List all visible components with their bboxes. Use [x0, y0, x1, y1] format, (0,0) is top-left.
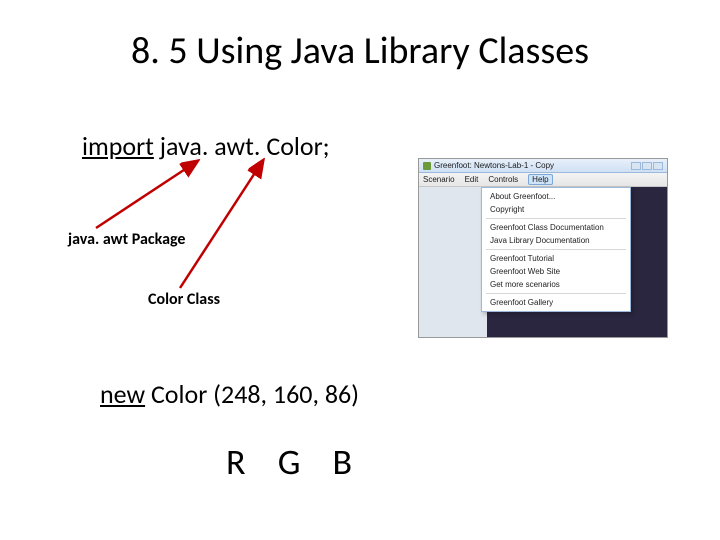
menu-separator	[486, 293, 626, 294]
menu-separator	[486, 218, 626, 219]
window-title: Greenfoot: Newtons-Lab-1 - Copy	[434, 161, 554, 170]
window-buttons	[631, 162, 663, 170]
close-icon	[653, 162, 663, 170]
menu-separator	[486, 249, 626, 250]
menu-item-tutorial[interactable]: Greenfoot Tutorial	[482, 252, 630, 265]
menu-item-scenarios[interactable]: Get more scenarios	[482, 278, 630, 291]
menu-item-gallery[interactable]: Greenfoot Gallery	[482, 296, 630, 309]
new-color-args: Color (248, 160, 86)	[145, 378, 359, 410]
menu-item-class-doc[interactable]: Greenfoot Class Documentation	[482, 221, 630, 234]
r-label: R	[226, 440, 248, 484]
rgb-labels: R G B	[216, 440, 364, 484]
greenfoot-body: About Greenfoot... Copyright Greenfoot C…	[419, 187, 667, 337]
menu-bar: Scenario Edit Controls Help	[419, 173, 667, 187]
help-dropdown: About Greenfoot... Copyright Greenfoot C…	[481, 187, 631, 312]
menu-item-java-doc[interactable]: Java Library Documentation	[482, 234, 630, 247]
arrow-to-class	[170, 156, 300, 296]
menu-help[interactable]: Help	[528, 174, 552, 185]
maximize-icon	[642, 162, 652, 170]
b-label: B	[333, 440, 355, 484]
package-label: java. awt Package	[68, 230, 185, 249]
new-color-line: new Color (248, 160, 86)	[100, 378, 359, 410]
menu-item-website[interactable]: Greenfoot Web Site	[482, 265, 630, 278]
greenfoot-screenshot: Greenfoot: Newtons-Lab-1 - Copy Scenario…	[418, 158, 668, 338]
app-icon	[423, 162, 431, 170]
menu-item-copyright[interactable]: Copyright	[482, 203, 630, 216]
window-titlebar: Greenfoot: Newtons-Lab-1 - Copy	[419, 159, 667, 173]
menu-scenario[interactable]: Scenario	[423, 175, 455, 184]
slide-title: 8. 5 Using Java Library Classes	[0, 28, 720, 74]
new-keyword: new	[100, 378, 145, 410]
minimize-icon	[631, 162, 641, 170]
menu-controls[interactable]: Controls	[488, 175, 518, 184]
class-label: Color Class	[148, 290, 220, 309]
g-label: G	[278, 440, 303, 484]
menu-item-about[interactable]: About Greenfoot...	[482, 190, 630, 203]
menu-edit[interactable]: Edit	[465, 175, 479, 184]
